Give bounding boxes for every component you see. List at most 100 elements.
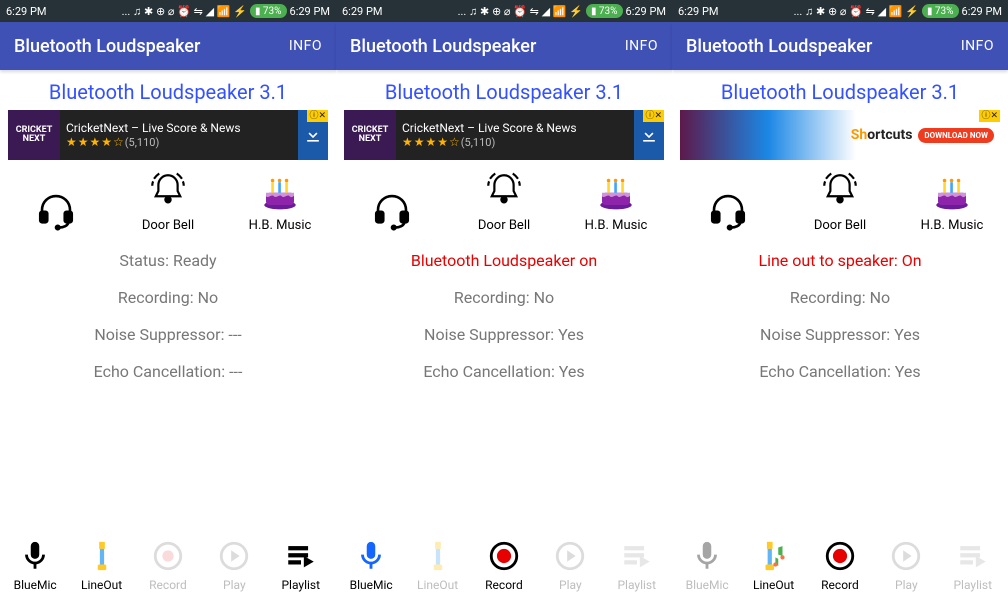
echo-status: Echo Cancellation: --- (94, 362, 243, 381)
ad-banner[interactable]: Shortcuts DOWNLOAD NOW ⓘ✕ (680, 110, 1000, 160)
hbmusic-label: H.B. Music (921, 218, 984, 233)
hbmusic-button[interactable]: H.B. Music (912, 170, 992, 233)
playlist-button[interactable]: Playlist (942, 539, 1004, 592)
ad-logo: CRICKETNEXT (8, 110, 60, 160)
hero-title: Bluetooth Loudspeaker 3.1 (336, 70, 672, 110)
ad-stars-icon: ★★★★☆ (66, 135, 125, 149)
hbmusic-label: H.B. Music (249, 218, 312, 233)
headset-button[interactable] (688, 189, 768, 233)
recording-status: Recording: No (118, 288, 218, 307)
ad-count: (5,110) (461, 136, 496, 149)
ad-title: CricketNext – Live Score & News (66, 121, 292, 135)
lineout-icon (757, 539, 791, 577)
playlist-button[interactable]: Playlist (606, 539, 668, 592)
app-bar: Bluetooth Loudspeaker INFO (336, 22, 672, 70)
headset-button[interactable] (352, 189, 432, 233)
ad-close-icon[interactable]: ⓘ✕ (979, 110, 1000, 122)
doorbell-button[interactable]: Door Bell (800, 170, 880, 233)
playlist-button[interactable]: Playlist (270, 539, 332, 592)
play-button[interactable]: Play (875, 539, 937, 592)
record-button[interactable]: Record (809, 539, 871, 592)
lineout-button[interactable]: LineOut (71, 539, 133, 592)
lineout-icon (85, 539, 119, 577)
bell-icon (147, 170, 189, 216)
info-button[interactable]: INFO (625, 38, 658, 54)
screen-2: 6:29 PM ... ♫ ✱ ⊕ ⌀ ⏰ ⇋ ◢ 📶 ⚡ ▮ 73% 6:29… (672, 0, 1008, 600)
playlist-icon (284, 539, 318, 577)
ad-close-icon[interactable]: ⓘ✕ (643, 110, 664, 122)
ad-banner[interactable]: CRICKETNEXT CricketNext – Live Score & N… (344, 110, 664, 160)
mic-icon (690, 539, 724, 577)
status-time: 6:29 PM (678, 5, 718, 18)
doorbell-button[interactable]: Door Bell (464, 170, 544, 233)
headset-button[interactable] (16, 189, 96, 233)
status-block: Status: Ready Recording: No Noise Suppre… (0, 233, 336, 535)
record-button[interactable]: Record (137, 539, 199, 592)
ad-count: (5,110) (125, 136, 160, 149)
bluemic-button[interactable]: BlueMic (676, 539, 738, 592)
cake-icon (595, 170, 637, 216)
play-button[interactable]: Play (203, 539, 265, 592)
status-line: Status: Ready (119, 251, 216, 270)
hero-title: Bluetooth Loudspeaker 3.1 (0, 70, 336, 110)
status-time-right: 6:29 PM (290, 5, 330, 18)
battery-indicator: ▮ 73% (922, 4, 959, 18)
status-time-right: 6:29 PM (626, 5, 666, 18)
status-time: 6:29 PM (342, 5, 382, 18)
cake-icon (259, 170, 301, 216)
status-line: Line out to speaker: On (758, 251, 921, 270)
bluemic-button[interactable]: BlueMic (340, 539, 402, 592)
info-button[interactable]: INFO (289, 38, 322, 54)
doorbell-button[interactable]: Door Bell (128, 170, 208, 233)
mic-icon (18, 539, 52, 577)
echo-status: Echo Cancellation: Yes (759, 362, 920, 381)
icon-row: Door Bell H.B. Music (672, 166, 1008, 233)
mic-icon (354, 539, 388, 577)
lineout-button[interactable]: LineOut (743, 539, 805, 592)
ad-close-icon[interactable]: ⓘ✕ (307, 110, 328, 122)
status-bar: 6:29 PM ... ♫ ✱ ⊕ ⌀ ⏰ ⇋ ◢ 📶 ⚡ ▮ 73% 6:29… (0, 0, 336, 22)
record-button[interactable]: Record (473, 539, 535, 592)
echo-status: Echo Cancellation: Yes (423, 362, 584, 381)
bell-icon (819, 170, 861, 216)
record-icon (823, 539, 857, 577)
play-button[interactable]: Play (539, 539, 601, 592)
info-button[interactable]: INFO (961, 38, 994, 54)
bluemic-button[interactable]: BlueMic (4, 539, 66, 592)
app-title: Bluetooth Loudspeaker (14, 36, 200, 57)
icon-row: Door Bell H.B. Music (0, 166, 336, 233)
app-title: Bluetooth Loudspeaker (350, 36, 536, 57)
bottom-bar: BlueMic LineOut Record Play Playlist (336, 535, 672, 600)
ad-logo: CRICKETNEXT (344, 110, 396, 160)
play-icon (553, 539, 587, 577)
recording-status: Recording: No (454, 288, 554, 307)
app-bar: Bluetooth Loudspeaker INFO (672, 22, 1008, 70)
app-bar: Bluetooth Loudspeaker INFO (0, 22, 336, 70)
hbmusic-label: H.B. Music (585, 218, 648, 233)
status-bar: 6:29 PM ... ♫ ✱ ⊕ ⌀ ⏰ ⇋ ◢ 📶 ⚡ ▮ 73% 6:29… (672, 0, 1008, 22)
ad-banner[interactable]: CRICKETNEXT CricketNext – Live Score & N… (8, 110, 328, 160)
icon-row: Door Bell H.B. Music (336, 166, 672, 233)
hbmusic-button[interactable]: H.B. Music (576, 170, 656, 233)
doorbell-label: Door Bell (478, 218, 530, 233)
noise-status: Noise Suppressor: --- (94, 325, 241, 344)
cake-icon (931, 170, 973, 216)
hbmusic-button[interactable]: H.B. Music (240, 170, 320, 233)
battery-indicator: ▮ 73% (250, 4, 287, 18)
record-icon (151, 539, 185, 577)
record-icon (487, 539, 521, 577)
battery-indicator: ▮ 73% (586, 4, 623, 18)
status-time: 6:29 PM (6, 5, 46, 18)
recording-status: Recording: No (790, 288, 890, 307)
bell-icon (483, 170, 525, 216)
status-block: Bluetooth Loudspeaker on Recording: No N… (336, 233, 672, 535)
doorbell-label: Door Bell (814, 218, 866, 233)
app-title: Bluetooth Loudspeaker (686, 36, 872, 57)
lineout-button[interactable]: LineOut (407, 539, 469, 592)
ad-stars-icon: ★★★★☆ (402, 135, 461, 149)
screen-0: 6:29 PM ... ♫ ✱ ⊕ ⌀ ⏰ ⇋ ◢ 📶 ⚡ ▮ 73% 6:29… (0, 0, 336, 600)
bottom-bar: BlueMic LineOut Record Play Playlist (672, 535, 1008, 600)
status-bar: 6:29 PM ... ♫ ✱ ⊕ ⌀ ⏰ ⇋ ◢ 📶 ⚡ ▮ 73% 6:29… (336, 0, 672, 22)
doorbell-label: Door Bell (142, 218, 194, 233)
screen-1: 6:29 PM ... ♫ ✱ ⊕ ⌀ ⏰ ⇋ ◢ 📶 ⚡ ▮ 73% 6:29… (336, 0, 672, 600)
